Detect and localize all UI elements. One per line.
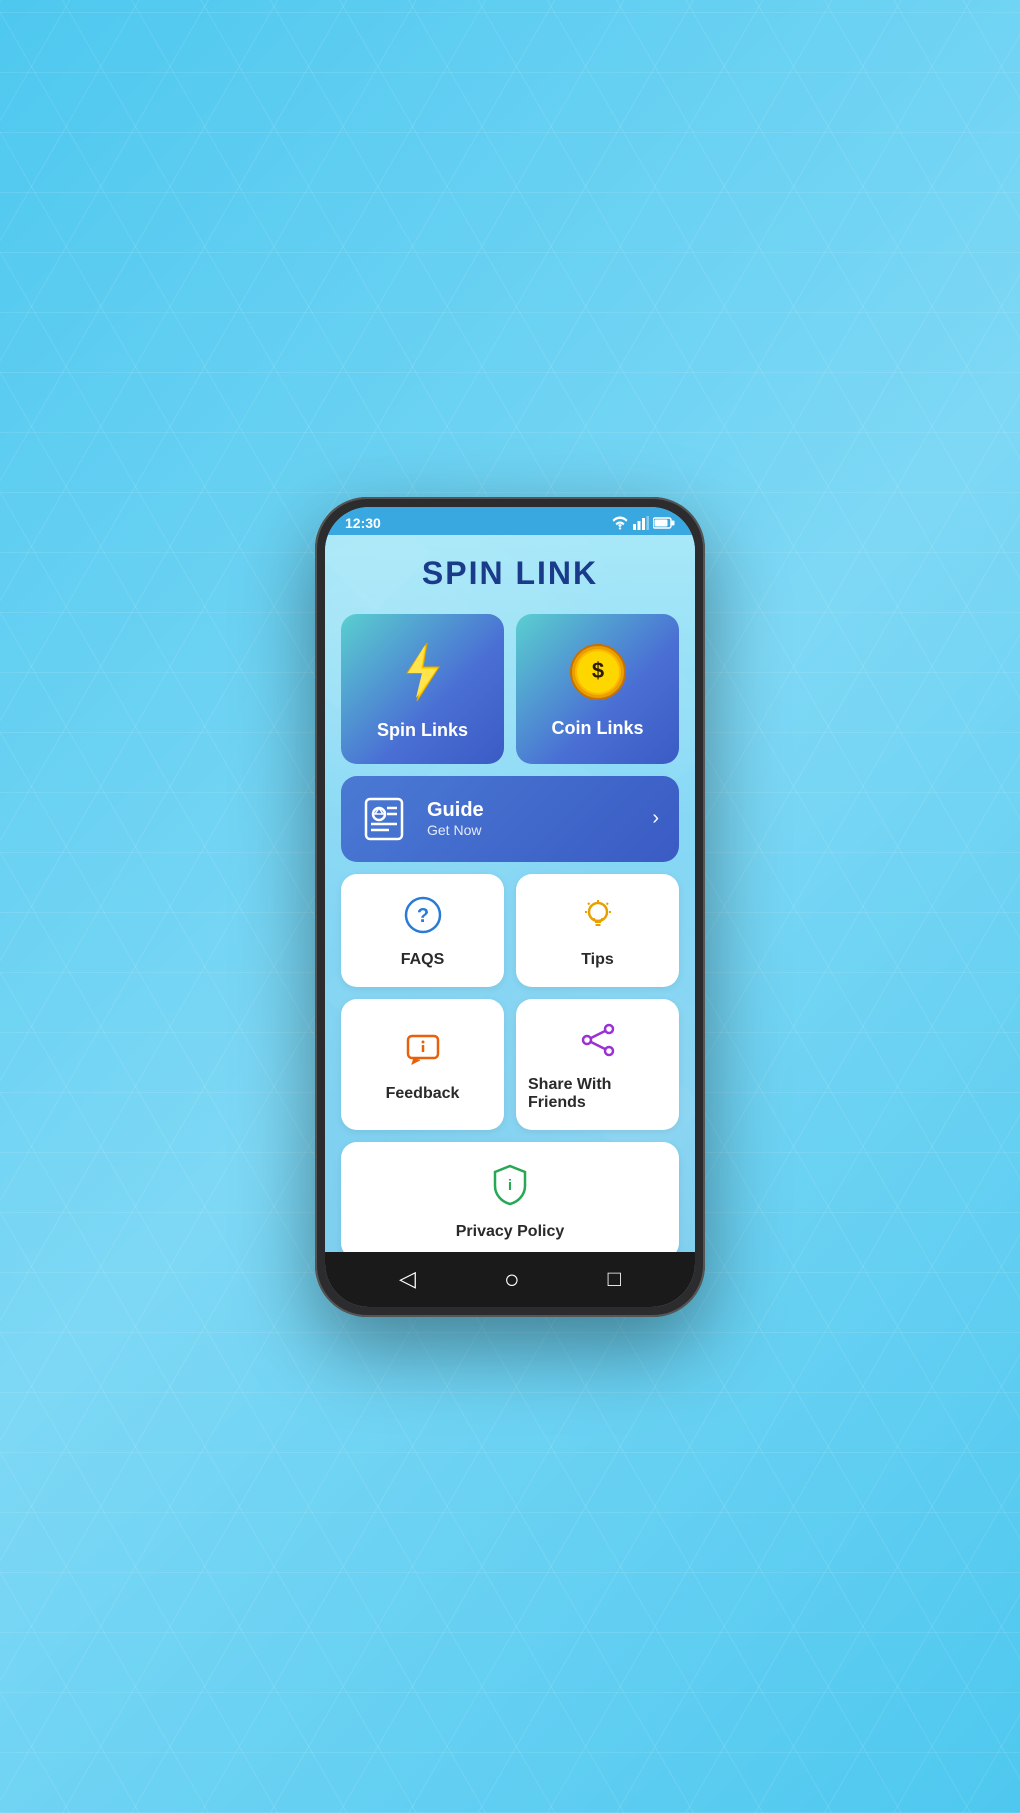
bottom-grid: ? FAQS	[341, 874, 679, 1252]
top-cards-row: Spin Links $ Coin Links	[341, 614, 679, 764]
lightning-icon	[399, 641, 447, 712]
feedback-icon	[404, 1030, 442, 1077]
coin-icon: $	[569, 643, 627, 710]
privacy-card[interactable]: i Privacy Policy	[341, 1142, 679, 1252]
app-title: SPIN LINK	[341, 555, 679, 592]
screen-content: SPIN LINK Spin Links	[325, 535, 695, 1252]
privacy-icon: i	[491, 1164, 529, 1215]
svg-text:i: i	[508, 1177, 512, 1194]
guide-arrow-icon: ›	[652, 807, 659, 830]
signal-icon	[633, 516, 649, 530]
guide-title: Guide	[427, 799, 636, 822]
tips-label: Tips	[581, 951, 614, 969]
nav-recent-icon[interactable]: □	[608, 1266, 621, 1292]
phone-device: 12:30	[315, 497, 705, 1317]
nav-bar: ◁ ○ □	[325, 1252, 695, 1307]
guide-card[interactable]: Guide Get Now ›	[341, 776, 679, 862]
coin-links-label: Coin Links	[551, 718, 643, 739]
tips-icon	[579, 896, 617, 943]
svg-text:?: ?	[416, 905, 428, 927]
feedback-card[interactable]: Feedback	[341, 999, 504, 1130]
grid-row-2: Feedback Share With Frie	[341, 999, 679, 1130]
status-bar: 12:30	[325, 507, 695, 535]
wifi-icon	[611, 516, 629, 530]
feedback-label: Feedback	[386, 1085, 460, 1103]
guide-subtitle: Get Now	[427, 822, 636, 838]
status-time: 12:30	[345, 515, 381, 531]
grid-row-3: i Privacy Policy	[341, 1142, 679, 1252]
share-label: Share With Friends	[528, 1076, 667, 1112]
svg-text:$: $	[591, 658, 603, 683]
nav-back-icon[interactable]: ◁	[399, 1266, 416, 1292]
privacy-label: Privacy Policy	[456, 1223, 565, 1241]
phone-screen: 12:30	[325, 507, 695, 1307]
grid-row-1: ? FAQS	[341, 874, 679, 987]
spin-links-card[interactable]: Spin Links	[341, 614, 504, 764]
spin-links-label: Spin Links	[377, 720, 468, 741]
status-icons	[611, 516, 675, 530]
guide-icon	[361, 794, 411, 844]
battery-icon	[653, 517, 675, 529]
faqs-card[interactable]: ? FAQS	[341, 874, 504, 987]
faqs-label: FAQS	[401, 951, 445, 969]
share-card[interactable]: Share With Friends	[516, 999, 679, 1130]
tips-card[interactable]: Tips	[516, 874, 679, 987]
share-icon	[579, 1021, 617, 1068]
coin-links-card[interactable]: $ Coin Links	[516, 614, 679, 764]
faqs-icon: ?	[404, 896, 442, 943]
guide-text-container: Guide Get Now	[427, 799, 636, 838]
nav-home-icon[interactable]: ○	[504, 1264, 520, 1295]
